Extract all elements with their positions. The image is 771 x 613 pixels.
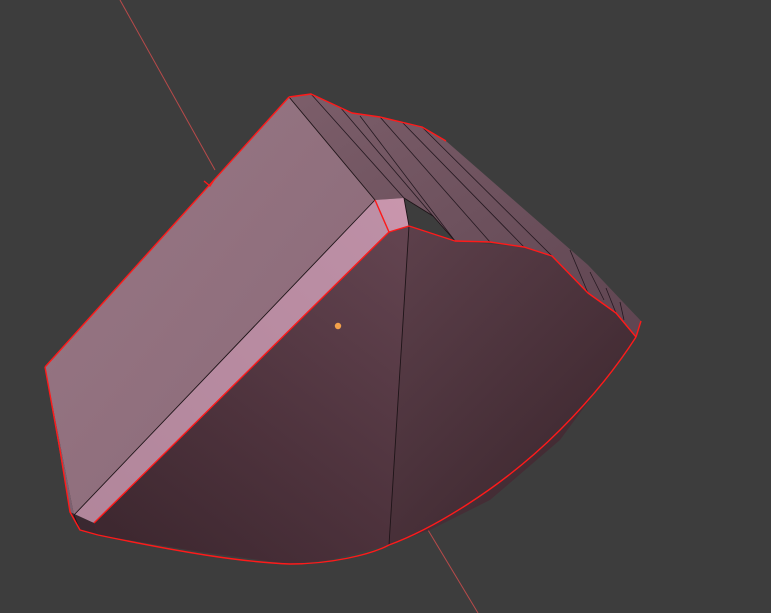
viewport-canvas[interactable] [0, 0, 771, 613]
mesh-object-icon[interactable] [44, 93, 642, 565]
object-origin-dot-icon [334, 322, 342, 330]
bottom-face-right [389, 226, 636, 545]
3d-viewport[interactable] [0, 0, 771, 613]
